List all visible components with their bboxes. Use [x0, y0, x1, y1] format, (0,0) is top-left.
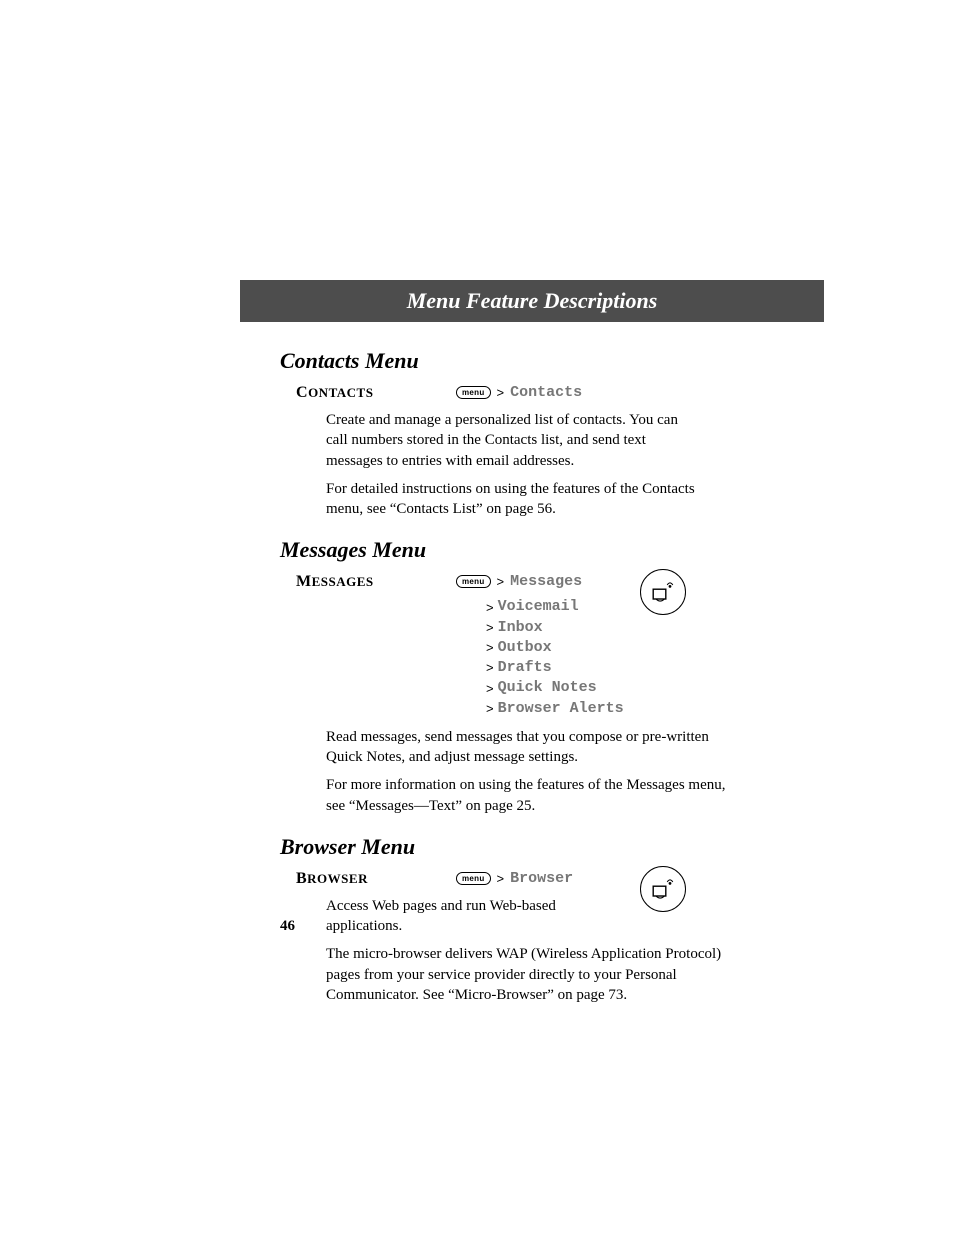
network-feature-badge-icon	[640, 569, 686, 615]
section-heading-browser: Browser Menu	[280, 834, 824, 860]
contacts-path-item: Contacts	[510, 384, 582, 401]
page-title-bar: Menu Feature Descriptions	[240, 280, 824, 322]
sub-item-browseralerts: >Browser Alerts	[486, 699, 824, 719]
contacts-feature-row: CONTACTS menu > Contacts	[296, 384, 824, 402]
browser-path-item: Browser	[510, 870, 573, 887]
gt-icon: >	[497, 871, 505, 886]
page-number: 46	[280, 918, 295, 935]
badge-svg	[649, 578, 677, 606]
messages-block: MESSAGES menu > Messages >Voicemail >Inb…	[296, 573, 824, 816]
browser-para2: The micro-browser delivers WAP (Wireless…	[326, 944, 726, 1005]
gt-icon: >	[486, 619, 494, 637]
label-rest: ROWSER	[307, 871, 368, 886]
browser-label: BROWSER	[296, 870, 456, 888]
sub-item-inbox: >Inbox	[486, 618, 824, 638]
gt-icon: >	[486, 680, 494, 698]
menu-key-icon: menu	[456, 872, 491, 885]
sub-item-quicknotes: >Quick Notes	[486, 678, 824, 698]
browser-block: BROWSER menu > Browser Access Web pages …	[296, 870, 824, 1005]
section-heading-messages: Messages Menu	[280, 537, 824, 563]
menu-key-icon: menu	[456, 386, 491, 399]
messages-para1: Read messages, send messages that you co…	[326, 727, 726, 768]
gt-icon: >	[486, 639, 494, 657]
gt-icon: >	[486, 599, 494, 617]
gt-icon: >	[497, 385, 505, 400]
messages-sub-list: >Voicemail >Inbox >Outbox >Drafts >Quick…	[486, 597, 824, 719]
contacts-block: CONTACTS menu > Contacts Create and mana…	[296, 384, 824, 519]
contacts-label: CONTACTS	[296, 384, 456, 402]
gt-icon: >	[486, 659, 494, 677]
sub-item-outbox: >Outbox	[486, 638, 824, 658]
browser-para1: Access Web pages and run Web-based appli…	[326, 896, 606, 937]
messages-label: MESSAGES	[296, 573, 456, 591]
label-rest: ONTACTS	[308, 385, 373, 400]
manual-page: Menu Feature Descriptions Contacts Menu …	[0, 0, 954, 1235]
browser-feature-row: BROWSER menu > Browser	[296, 870, 824, 888]
messages-para2: For more information on using the featur…	[326, 775, 726, 816]
gt-icon: >	[486, 700, 494, 718]
badge-svg	[649, 875, 677, 903]
sub-item-drafts: >Drafts	[486, 658, 824, 678]
label-rest: ESSAGES	[312, 574, 374, 589]
page-title-text: Menu Feature Descriptions	[407, 288, 658, 313]
contacts-path: menu > Contacts	[456, 384, 582, 401]
section-heading-contacts: Contacts Menu	[280, 348, 824, 374]
messages-path: menu > Messages	[456, 573, 582, 590]
contacts-para2: For detailed instructions on using the f…	[326, 479, 696, 520]
contacts-para1: Create and manage a personalized list of…	[326, 410, 696, 471]
gt-icon: >	[497, 574, 505, 589]
messages-path-item: Messages	[510, 573, 582, 590]
messages-feature-row: MESSAGES menu > Messages	[296, 573, 824, 591]
network-feature-badge-icon	[640, 866, 686, 912]
browser-path: menu > Browser	[456, 870, 573, 887]
menu-key-icon: menu	[456, 575, 491, 588]
